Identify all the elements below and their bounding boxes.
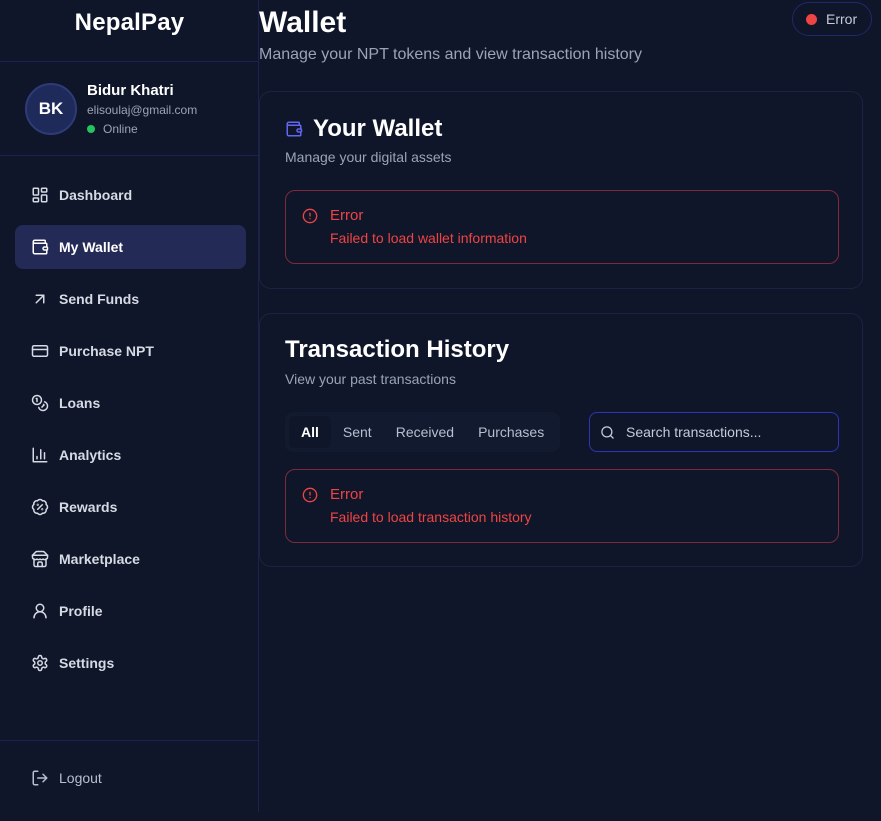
history-error-alert: Error Failed to load transaction history [285, 469, 839, 543]
sidebar-footer: Logout [0, 740, 259, 812]
wallet-card-subtitle: Manage your digital assets [285, 149, 452, 165]
user-profile: BK Bidur Khatri elisoulaj@gmail.com Onli… [0, 63, 259, 156]
user-name: Bidur Khatri [87, 82, 174, 99]
sidebar-item-purchase-npt[interactable]: Purchase NPT [15, 329, 246, 373]
alert-circle-icon [302, 487, 318, 503]
connection-status-badge[interactable]: Error [792, 2, 872, 36]
sidebar-item-rewards[interactable]: Rewards [15, 485, 246, 529]
sidebar-item-label: Analytics [59, 447, 122, 463]
tab-received[interactable]: Received [384, 416, 466, 448]
sidebar-item-send-funds[interactable]: Send Funds [15, 277, 246, 321]
connection-status-label: Error [826, 11, 858, 27]
logout-icon [32, 770, 48, 786]
alert-title: Error [330, 486, 364, 503]
store-icon [31, 550, 49, 568]
sidebar-item-profile[interactable]: Profile [15, 589, 246, 633]
app-root: NepalPay BK Bidur Khatri elisoulaj@gmail… [0, 0, 881, 821]
search-input[interactable] [626, 424, 826, 440]
gear-icon [32, 654, 48, 672]
tab-purchases[interactable]: Purchases [466, 416, 556, 448]
logout-label: Logout [59, 770, 102, 786]
brand: NepalPay [0, 0, 259, 62]
coins-icon [31, 394, 49, 412]
transaction-history-card: Transaction History View your past trans… [259, 313, 863, 567]
arrow-up-right-icon [35, 294, 45, 304]
dashboard-icon [32, 187, 48, 203]
user-status-label: Online [103, 122, 138, 136]
sidebar-item-settings[interactable]: Settings [15, 641, 246, 685]
badge-percent-icon [31, 498, 49, 516]
sidebar-item-label: Purchase NPT [59, 343, 154, 359]
page-title: Wallet [259, 6, 347, 39]
tab-all[interactable]: All [289, 416, 331, 448]
sidebar-item-label: Dashboard [59, 187, 133, 203]
alert-title: Error [330, 207, 364, 224]
profile-info: Bidur Khatri elisoulaj@gmail.com Online [87, 82, 197, 136]
bar-chart-icon [32, 447, 48, 463]
sidebar-item-label: My Wallet [59, 239, 124, 255]
sidebar-item-loans[interactable]: Loans [15, 381, 246, 425]
error-status-dot [806, 13, 817, 25]
sidebar-item-analytics[interactable]: Analytics [15, 433, 246, 477]
tab-sent[interactable]: Sent [331, 416, 384, 448]
sidebar-item-label: Loans [59, 395, 101, 411]
alert-message: Failed to load transaction history [330, 509, 532, 525]
page-subtitle: Manage your NPT tokens and view transact… [259, 46, 643, 63]
sidebar-item-my-wallet[interactable]: My Wallet [15, 225, 246, 269]
credit-card-icon [31, 345, 49, 357]
alert-message: Failed to load wallet information [330, 230, 527, 246]
transaction-history-subtitle: View your past transactions [285, 371, 456, 387]
online-indicator [87, 125, 95, 133]
user-icon [33, 603, 47, 619]
brand-logo-text[interactable]: NepalPay [75, 9, 185, 37]
sidebar-item-dashboard[interactable]: Dashboard [15, 173, 246, 217]
sidebar-item-marketplace[interactable]: Marketplace [15, 537, 246, 581]
sidebar-item-label: Profile [59, 603, 103, 619]
user-status: Online [87, 122, 197, 136]
logout-button[interactable]: Logout [15, 756, 246, 800]
user-email: elisoulaj@gmail.com [87, 103, 198, 117]
wallet-error-alert: Error Failed to load wallet information [285, 190, 839, 264]
wallet-icon [286, 121, 303, 137]
sidebar-item-label: Settings [59, 655, 115, 671]
wallet-card: Your Wallet Manage your digital assets E… [259, 91, 863, 289]
search-icon [601, 425, 614, 439]
sidebar-item-label: Rewards [59, 499, 118, 515]
transaction-filter-tabs: All Sent Received Purchases [285, 412, 561, 452]
sidebar-nav: Dashboard My Wallet Send Funds Purchase … [15, 173, 246, 693]
sidebar-item-label: Send Funds [59, 291, 140, 307]
sidebar: NepalPay BK Bidur Khatri elisoulaj@gmail… [0, 0, 259, 812]
wallet-card-title: Your Wallet [285, 115, 442, 143]
transaction-search [589, 412, 839, 452]
alert-circle-icon [302, 208, 318, 224]
wallet-icon [32, 239, 49, 255]
wallet-card-title-text: Your Wallet [313, 115, 443, 142]
transaction-history-title: Transaction History [285, 336, 509, 364]
avatar[interactable]: BK [25, 83, 77, 135]
sidebar-item-label: Marketplace [59, 551, 140, 567]
transaction-history-title-text: Transaction History [285, 336, 510, 363]
